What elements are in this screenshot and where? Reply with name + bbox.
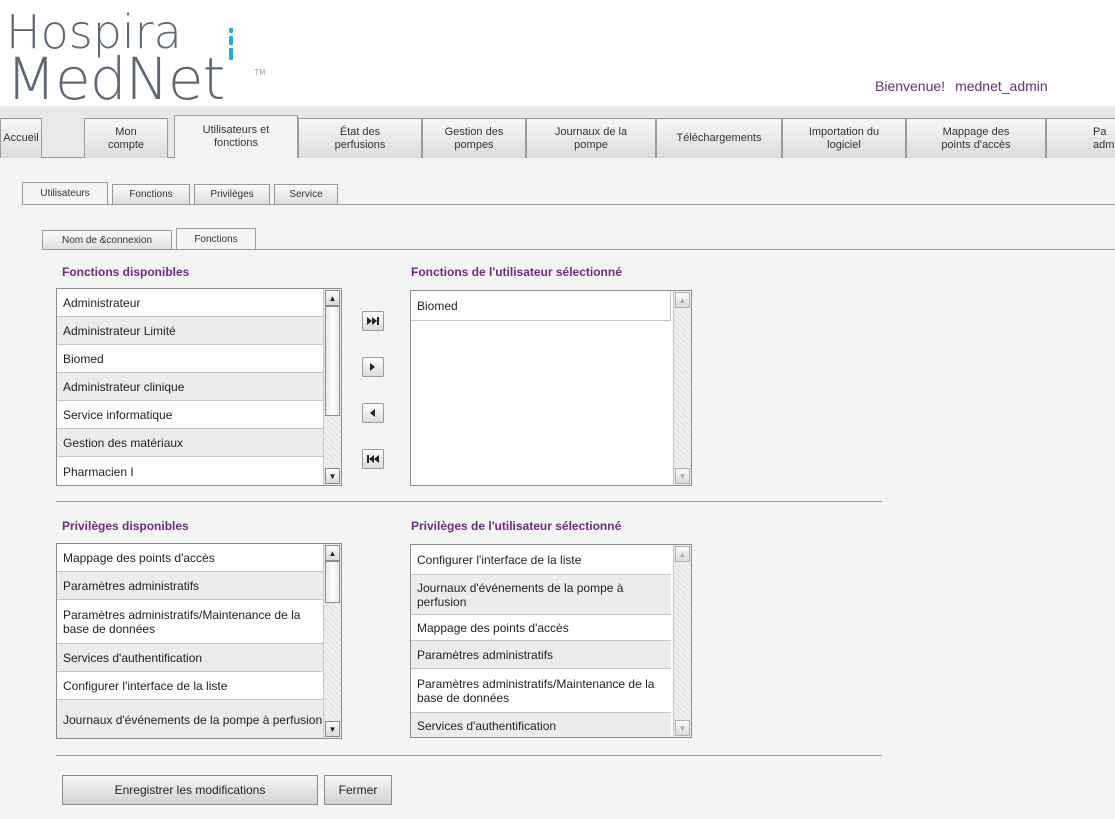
list-item[interactable]: Services d'authentification (57, 644, 323, 672)
list-item[interactable]: Service informatique (57, 401, 323, 429)
list-item[interactable]: Configurer l'interface de la liste (411, 545, 671, 575)
inner-tab-nom-de-connexion[interactable]: Nom de &connexion (42, 230, 172, 250)
nav-tab-label: État des perfusions (334, 125, 386, 151)
scroll-down-icon[interactable]: ▼ (325, 721, 340, 737)
section-divider (56, 755, 882, 756)
list-item[interactable]: Gestion des matériaux (57, 429, 323, 457)
subtab-divider (22, 204, 1115, 205)
nav-tab-label: Mon compte (107, 125, 145, 151)
nav-tab-label: Importation du logiciel (808, 125, 880, 151)
list-item[interactable]: Pharmacien I (57, 457, 323, 485)
section-divider (56, 501, 882, 502)
chevron-left-icon (370, 409, 375, 417)
available-privileges-scrollbar[interactable]: ▲ ▼ (323, 544, 341, 738)
welcome-label: Bienvenue! (875, 78, 946, 94)
list-item[interactable]: Paramètres administratifs/Maintenance de… (411, 669, 671, 713)
scroll-up-icon[interactable]: ▲ (325, 545, 340, 561)
available-privileges-title: Privilèges disponibles (62, 519, 189, 533)
list-item[interactable]: Administrateur Limité (57, 317, 323, 345)
selected-privileges-scrollbar[interactable]: ▲ ▼ (673, 545, 691, 737)
content-panel: Utilisateurs Fonctions Privilèges Servic… (0, 158, 1115, 819)
scroll-up-icon[interactable]: ▲ (325, 290, 340, 306)
subtab-fonctions[interactable]: Fonctions (112, 184, 190, 204)
nav-tab-utilisateurs-et-fonctions[interactable]: Utilisateurs et fonctions (174, 115, 298, 159)
logo-line-2: MedNet (6, 45, 225, 113)
list-item[interactable]: Configurer l'interface de la liste (57, 672, 323, 700)
move-all-left-button[interactable] (362, 449, 384, 469)
subtab-label: Fonctions (129, 189, 173, 200)
inner-tab-label: Fonctions (194, 234, 238, 245)
nav-tab-importation-du-logiciel[interactable]: Importation du logiciel (782, 118, 906, 158)
selected-privileges-title: Privilèges de l'utilisateur sélectionné (411, 519, 622, 533)
inner-tab-fonctions[interactable]: Fonctions (176, 228, 256, 250)
nav-tab-journaux-de-la-pompe[interactable]: Journaux de la pompe (526, 118, 656, 158)
available-functions-scrollbar[interactable]: ▲ ▼ (323, 289, 341, 485)
save-changes-button[interactable]: Enregistrer les modifications (62, 775, 318, 805)
list-item[interactable]: Journaux d'événements de la pompe à perf… (411, 575, 671, 615)
subtab-utilisateurs[interactable]: Utilisateurs (22, 182, 108, 204)
scroll-down-icon[interactable]: ▼ (675, 720, 690, 736)
welcome-message: Bienvenue! mednet_admin (875, 78, 1048, 94)
logo-mark-icon (228, 28, 234, 64)
list-item[interactable]: Biomed (57, 345, 323, 373)
list-item[interactable]: Services d'authentification (411, 713, 671, 737)
nav-tab-telechargements[interactable]: Téléchargements (656, 118, 782, 158)
available-privileges-list[interactable]: Mappage des points d'accès Paramètres ad… (56, 543, 342, 739)
list-item[interactable]: Administrateur clinique (57, 373, 323, 401)
double-chevron-left-icon (367, 455, 379, 463)
nav-tab-label: Mappage des points d'accès (941, 125, 1011, 151)
nav-tab-parametres-admin[interactable]: Pa adm (1046, 118, 1115, 158)
nav-tab-accueil[interactable]: Accueil (0, 118, 42, 158)
scroll-down-icon[interactable]: ▼ (675, 468, 690, 484)
subtab-label: Utilisateurs (40, 188, 90, 199)
list-item[interactable]: Administrateur (57, 289, 323, 317)
move-all-right-button[interactable] (362, 311, 384, 331)
scroll-down-icon[interactable]: ▼ (325, 468, 340, 484)
nav-tab-mon-compte[interactable]: Mon compte (84, 118, 168, 158)
list-item[interactable]: Paramètres administratifs (57, 572, 323, 600)
nav-tab-label: Gestion des pompes (444, 125, 504, 151)
move-left-button[interactable] (362, 403, 384, 423)
nav-tab-label: Utilisateurs et fonctions (202, 124, 270, 149)
nav-tab-label: Accueil (3, 132, 39, 144)
list-item[interactable]: Paramètres administratifs/Maintenance de… (57, 600, 323, 644)
subtab-privileges[interactable]: Privilèges (194, 184, 270, 204)
scroll-thumb[interactable] (325, 306, 340, 416)
close-button[interactable]: Fermer (324, 775, 392, 805)
selected-functions-list[interactable]: Biomed ▲ ▼ (410, 290, 692, 486)
list-item[interactable]: Mappage des points d'accès (411, 615, 671, 641)
list-item[interactable]: Journaux d'événements de la pompe à perf… (57, 700, 323, 738)
selected-functions-scrollbar[interactable]: ▲ ▼ (673, 291, 691, 485)
scroll-up-icon[interactable]: ▲ (675, 292, 690, 308)
logo-trademark: TM (254, 68, 266, 77)
nav-tab-label: Journaux de la pompe (554, 125, 628, 151)
list-item[interactable]: Biomed (411, 291, 671, 321)
nav-tab-etat-des-perfusions[interactable]: État des perfusions (298, 118, 422, 158)
nav-tab-label: Téléchargements (676, 132, 762, 144)
list-item[interactable]: Mappage des points d'accès (57, 544, 323, 572)
list-item[interactable]: Paramètres administratifs (411, 641, 671, 669)
main-navigation: Accueil Mon compte Utilisateurs et fonct… (0, 106, 1115, 159)
move-right-button[interactable] (362, 357, 384, 377)
subtab-label: Service (289, 189, 323, 200)
scroll-up-icon[interactable]: ▲ (675, 546, 690, 562)
inner-tab-divider (42, 249, 1115, 250)
subtab-label: Privilèges (210, 189, 254, 200)
app-header: Hospira MedNet TM Bienvenue! mednet_admin (0, 0, 1115, 113)
subtab-service[interactable]: Service (274, 184, 338, 204)
nav-tab-mappage-des-points-d-acces[interactable]: Mappage des points d'accès (906, 118, 1046, 158)
available-functions-list[interactable]: Administrateur Administrateur Limité Bio… (56, 288, 342, 486)
scroll-thumb[interactable] (325, 561, 340, 603)
username-label: mednet_admin (955, 78, 1048, 94)
selected-functions-title: Fonctions de l'utilisateur sélectionné (411, 265, 622, 279)
nav-tab-label: Pa adm (1093, 125, 1115, 151)
available-functions-title: Fonctions disponibles (62, 265, 190, 279)
hospira-mednet-logo: Hospira MedNet TM (6, 9, 266, 113)
chevron-right-icon (370, 363, 375, 371)
selected-privileges-list[interactable]: Configurer l'interface de la liste Journ… (410, 544, 692, 738)
double-chevron-right-icon (367, 317, 379, 325)
nav-tab-gestion-des-pompes[interactable]: Gestion des pompes (422, 118, 526, 158)
inner-tab-label: Nom de &connexion (61, 235, 153, 246)
